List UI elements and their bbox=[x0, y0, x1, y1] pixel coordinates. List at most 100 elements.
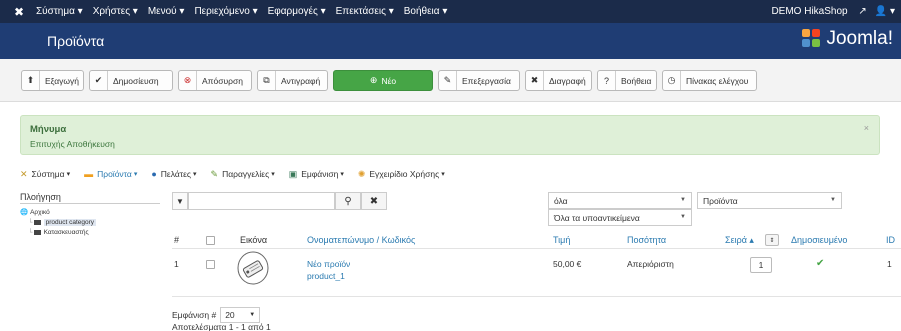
hika-menu-display[interactable]: ▣ Εμφάνιση ▾ bbox=[289, 169, 344, 180]
joomla-logo-icon[interactable]: ✖ bbox=[10, 5, 28, 19]
export-label: Εξαγωγή bbox=[45, 75, 80, 86]
filter-select-type[interactable]: Προϊόντα ▼ bbox=[697, 192, 842, 209]
hika-menu-customers-label: Πελάτες bbox=[160, 169, 191, 179]
row-divider bbox=[172, 296, 901, 297]
menu-components[interactable]: Εφαρμογές ▾ bbox=[268, 6, 326, 17]
chevron-down-icon: ▼ bbox=[830, 197, 836, 203]
hika-menu-customers[interactable]: ● Πελάτες ▾ bbox=[151, 169, 196, 179]
header-divider bbox=[172, 248, 901, 249]
hika-menu-orders-label: Παραγγελίες bbox=[222, 169, 270, 179]
close-icon[interactable]: × bbox=[864, 123, 869, 133]
menu-menus[interactable]: Μενού ▾ bbox=[148, 6, 185, 17]
display-icon: ▣ bbox=[288, 168, 298, 179]
external-link-icon: ↗ bbox=[858, 6, 867, 17]
order-input[interactable]: 1 bbox=[750, 257, 772, 273]
hika-menu-orders[interactable]: ✎ Παραγγελίες ▾ bbox=[211, 169, 275, 180]
navigation-sidebar: Πλοήγηση 🌐 Αρχικό └ product category └ Κατα… bbox=[20, 192, 160, 237]
copy-icon: ⧉ bbox=[258, 71, 276, 90]
publish-label: Δημοσίευση bbox=[113, 75, 159, 86]
page-title: Προϊόντα bbox=[47, 33, 105, 49]
display-limit-select[interactable]: 20 ▼ bbox=[220, 307, 261, 323]
tree-item-product-category-label: product category bbox=[43, 218, 97, 226]
col-number: # bbox=[174, 235, 180, 245]
hika-menu-system[interactable]: ✕ Σύστημα ▾ bbox=[20, 169, 70, 180]
publish-button[interactable]: ✔ Δημοσίευση bbox=[89, 70, 173, 91]
col-price-sort[interactable]: Τιμή bbox=[553, 235, 570, 245]
dashboard-label: Πίνακας ελέγχου bbox=[686, 75, 749, 86]
product-quantity: Απεριόριστη bbox=[627, 259, 674, 269]
unpublish-button[interactable]: ⊗ Απόσυρση bbox=[178, 70, 252, 91]
filter-select-subitems[interactable]: Όλα τα υποαντικείμενα ▼ bbox=[548, 209, 692, 226]
chevron-down-icon: ▼ bbox=[249, 312, 256, 318]
orders-icon: ✎ bbox=[210, 168, 219, 179]
row-checkbox[interactable] bbox=[206, 260, 215, 269]
col-published-sort[interactable]: Δημοσιευμένο bbox=[791, 235, 847, 245]
tree-root-label: Αρχικό bbox=[30, 208, 50, 216]
tree-root[interactable]: 🌐 Αρχικό bbox=[20, 207, 160, 217]
tree-item-manufacturer[interactable]: └ Κατασκευαστής bbox=[20, 227, 160, 237]
export-button[interactable]: ⬆ Εξαγωγή bbox=[21, 70, 84, 91]
help-icon: ✺ bbox=[357, 168, 366, 179]
filter-icon[interactable]: ▼ bbox=[172, 192, 188, 210]
clear-icon: ✖ bbox=[369, 195, 379, 207]
col-id-sort[interactable]: ID bbox=[886, 235, 895, 245]
product-image[interactable] bbox=[237, 251, 269, 285]
product-id: 1 bbox=[887, 259, 892, 269]
product-code-link[interactable]: product_1 bbox=[307, 271, 345, 281]
wrench-icon: ✕ bbox=[20, 168, 28, 179]
unpublish-label: Απόσυρση bbox=[202, 75, 243, 86]
menu-help[interactable]: Βοήθεια ▾ bbox=[404, 6, 448, 17]
site-link[interactable]: DEMO HikaShop ↗ bbox=[763, 6, 866, 17]
search-input[interactable] bbox=[188, 192, 335, 210]
dashboard-button[interactable]: ◷ Πίνακας ελέγχου bbox=[662, 70, 757, 91]
filter-select-all-value: όλα bbox=[554, 195, 568, 206]
row-number: 1 bbox=[174, 259, 179, 269]
filter-select-all[interactable]: όλα ▼ bbox=[548, 192, 692, 209]
menu-system[interactable]: Σύστημα ▾ bbox=[36, 6, 83, 17]
pagination-limit: Εμφάνιση # 20 ▼ bbox=[172, 307, 261, 323]
save-order-button[interactable]: ⇕ bbox=[765, 234, 779, 246]
delete-icon: ✖ bbox=[526, 71, 544, 90]
published-check-icon[interactable]: ✔ bbox=[816, 258, 824, 269]
plus-circle-icon: ⊕ bbox=[369, 75, 378, 85]
dashboard-icon: ◷ bbox=[663, 71, 681, 90]
help-button[interactable]: ? Βοήθεια bbox=[597, 70, 657, 91]
menu-users[interactable]: Χρήστες ▾ bbox=[93, 6, 138, 17]
new-button[interactable]: ⊕ Νέο bbox=[333, 70, 433, 91]
delete-label: Διαγραφή bbox=[549, 75, 586, 86]
question-icon: ? bbox=[598, 71, 616, 90]
clear-search-button[interactable]: ✖ bbox=[361, 192, 387, 210]
filter-select-type-value: Προϊόντα bbox=[703, 195, 738, 206]
user-menu-icon[interactable]: 👤 ▾ bbox=[875, 6, 895, 17]
menu-extensions[interactable]: Επεκτάσεις ▾ bbox=[336, 6, 394, 17]
hika-menu-products[interactable]: ▬ Προϊόντα ▾ bbox=[84, 169, 137, 179]
top-menu: Σύστημα ▾ Χρήστες ▾ Μενού ▾ Περιεχόμενο … bbox=[36, 6, 457, 17]
filter-select-subitems-value: Όλα τα υποαντικείμενα bbox=[554, 212, 640, 223]
product-icon: ▬ bbox=[84, 169, 94, 179]
folder-icon bbox=[33, 229, 41, 235]
download-icon: ⬆ bbox=[22, 71, 40, 90]
display-label: Εμφάνιση # bbox=[172, 310, 217, 320]
message-title: Μήνυμα bbox=[30, 124, 67, 135]
delete-button[interactable]: ✖ Διαγραφή bbox=[525, 70, 592, 91]
check-icon: ✔ bbox=[90, 71, 108, 90]
success-message: Μήνυμα Επιτυχής Αποθήκευση × bbox=[20, 115, 880, 155]
globe-icon: 🌐 bbox=[20, 209, 29, 216]
hikashop-menu: ✕ Σύστημα ▾ ▬ Προϊόντα ▾ ● Πελάτες ▾ ✎ Παρα… bbox=[20, 167, 459, 181]
tree-item-product-category[interactable]: └ product category bbox=[20, 217, 160, 227]
col-name-sort[interactable]: Ονοματεπώνυμο / Κωδικός bbox=[307, 235, 415, 245]
menu-content[interactable]: Περιεχόμενο ▾ bbox=[194, 6, 257, 17]
copy-button[interactable]: ⧉ Αντιγραφή bbox=[257, 70, 328, 91]
category-tree: 🌐 Αρχικό └ product category └ Κατασκευαστής bbox=[20, 207, 160, 237]
site-name: DEMO HikaShop bbox=[771, 6, 848, 17]
folder-icon bbox=[33, 219, 41, 225]
select-all-checkbox[interactable] bbox=[206, 236, 215, 245]
product-name-link[interactable]: Νέο προϊόν bbox=[307, 259, 350, 269]
col-order-sort[interactable]: Σειρά ▴ bbox=[725, 235, 754, 246]
hika-menu-help[interactable]: ✺ Εγχειρίδιο Χρήσης ▾ bbox=[358, 169, 445, 180]
edit-button[interactable]: ✎ Επεξεργασία bbox=[438, 70, 520, 91]
customers-icon: ● bbox=[151, 169, 157, 179]
col-quantity-sort[interactable]: Ποσότητα bbox=[627, 235, 666, 245]
new-label: Νέο bbox=[381, 75, 397, 86]
search-button[interactable]: ⚲ bbox=[335, 192, 361, 210]
